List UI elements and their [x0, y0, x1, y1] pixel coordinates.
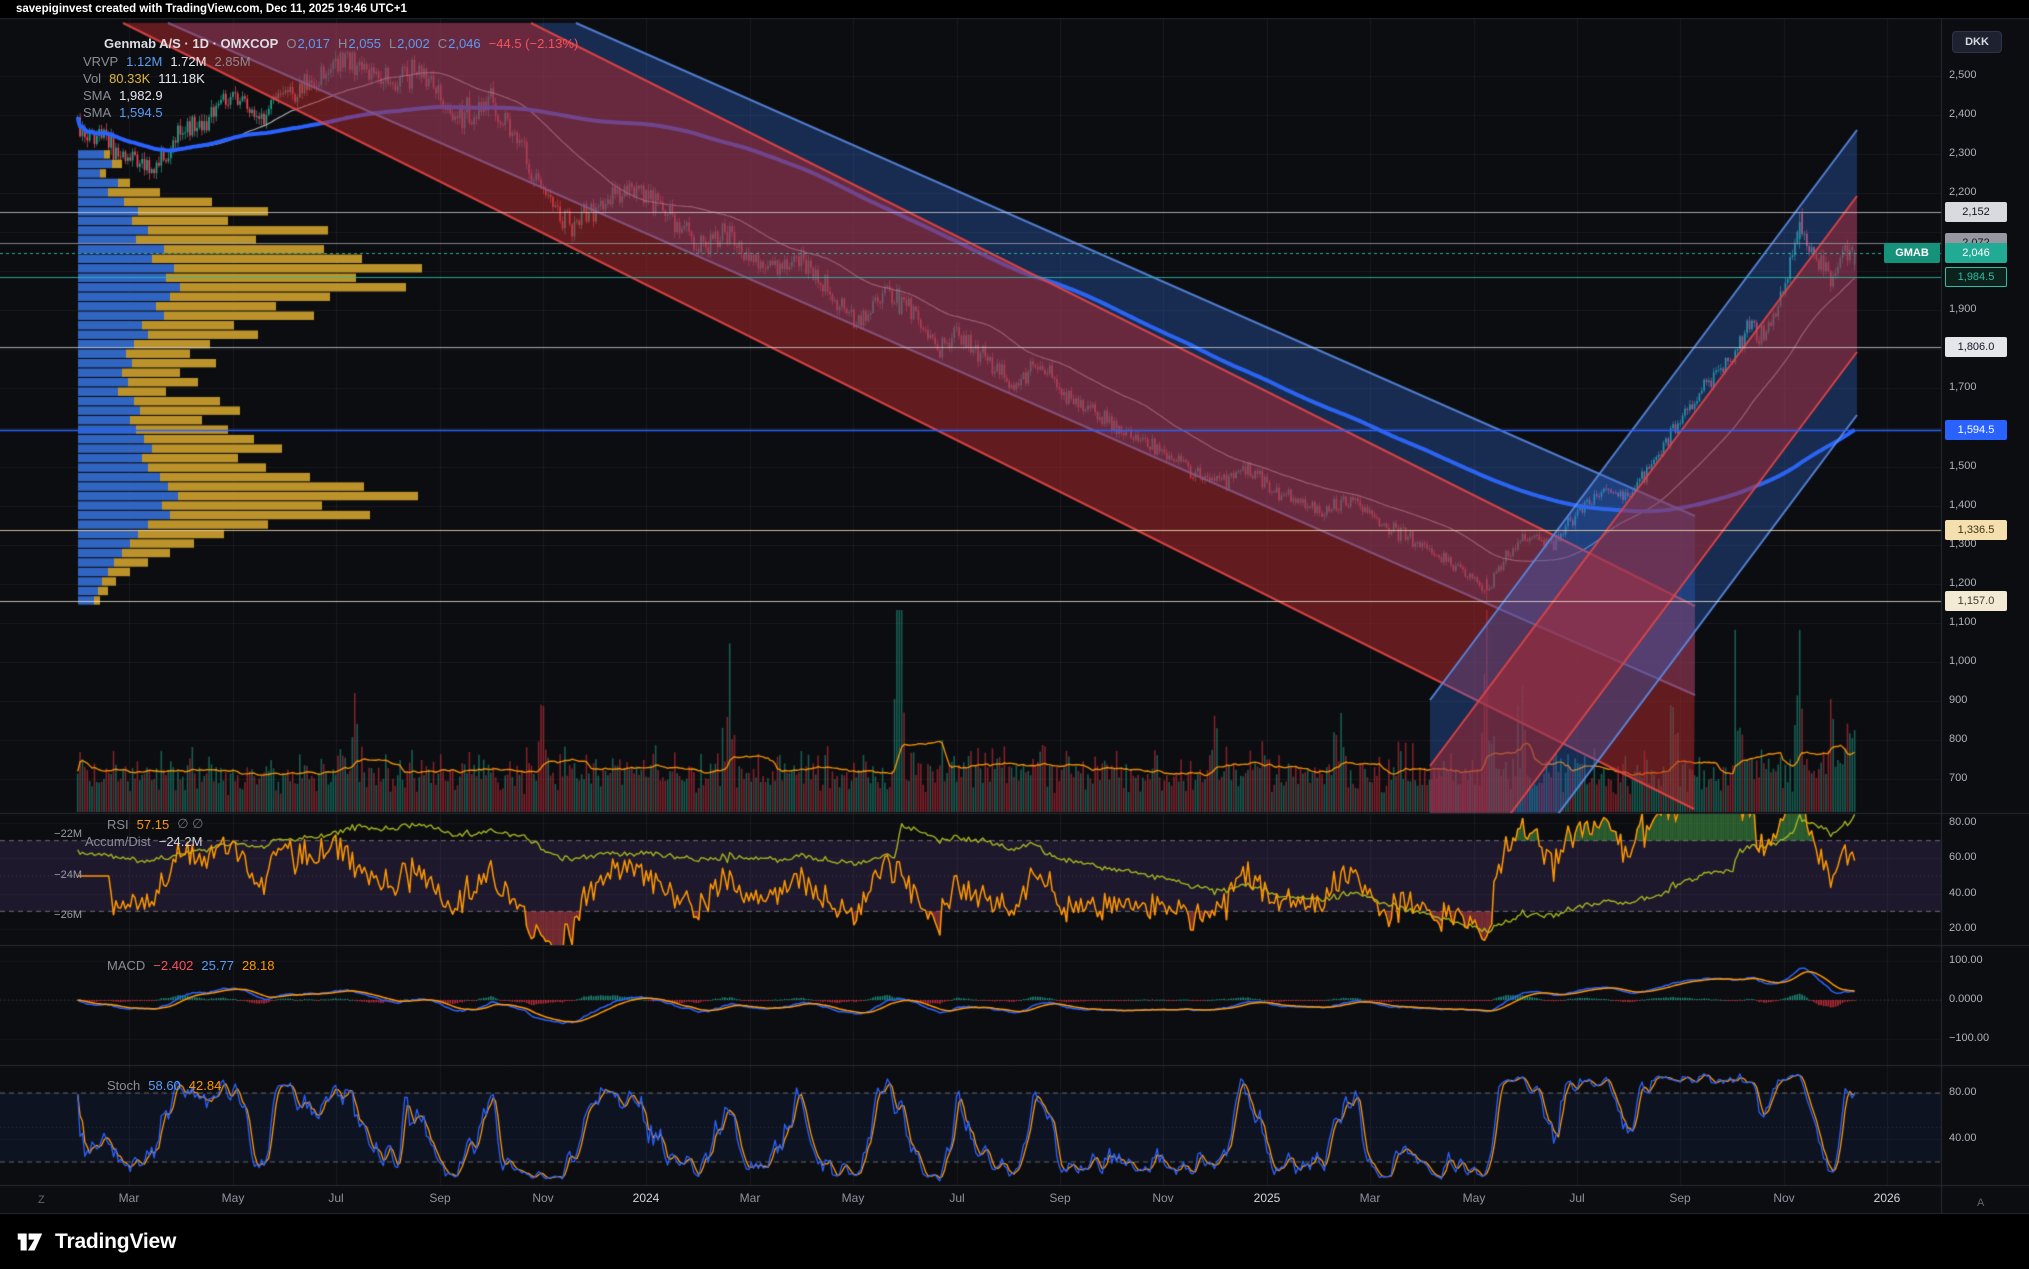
indicator-value: 1.12M [126, 54, 162, 69]
tradingview-logo[interactable]: TradingView [14, 1222, 176, 1262]
accum-dist-label: Accum/Dist [85, 834, 151, 849]
indicator-value: −2.402 [153, 958, 193, 973]
chart-canvas[interactable] [0, 0, 2029, 1269]
rsi-value: 57.15 [137, 817, 170, 832]
symbol-title[interactable]: Genmab A/S · 1D · OMXCOP [104, 36, 278, 51]
ohlc-open: O 2,017 [286, 36, 330, 51]
stoch-legend[interactable]: Stoch 58.60 42.84 [107, 1077, 221, 1093]
ohlc-low: L 2,002 [389, 36, 430, 51]
indicator-label: VRVP [83, 54, 118, 69]
timezone-hint[interactable]: Z [38, 1194, 45, 1206]
indicator-value: 111.18K [158, 71, 205, 86]
indicator-value: 25.77 [201, 958, 234, 973]
rsi-legend[interactable]: RSI 57.15 ∅ ∅ [107, 816, 203, 832]
auto-scale-hint[interactable]: A [1977, 1197, 1984, 1209]
rsi-extra: ∅ ∅ [177, 816, 203, 832]
close-label: C [438, 36, 447, 51]
ohlc-high: H 2,055 [338, 36, 381, 51]
currency-button[interactable]: DKK [1952, 31, 2002, 53]
macd-values: −2.402 25.77 28.18 [153, 958, 274, 973]
indicator-value: 28.18 [242, 958, 275, 973]
high-value: 2,055 [348, 36, 381, 51]
close-value: 2,046 [448, 36, 481, 51]
legend-row-vol-1[interactable]: Vol 80.33K 111.18K [83, 70, 205, 86]
legend-row-sma-3[interactable]: SMA 1,594.5 [83, 104, 163, 120]
high-label: H [338, 36, 347, 51]
indicator-value: 58.60 [148, 1078, 181, 1093]
macd-label: MACD [107, 958, 145, 973]
rsi-label: RSI [107, 817, 129, 832]
accum-dist-value: −24.2M [159, 834, 203, 849]
low-value: 2,002 [397, 36, 430, 51]
tradingview-brand-text: TradingView [55, 1230, 176, 1254]
legend-row-vrvp-0[interactable]: VRVP 1.12M 1.72M 2.85M [83, 53, 251, 69]
watermark-text: savepiginvest created with TradingView.c… [16, 3, 407, 15]
indicator-label: SMA [83, 105, 111, 120]
indicator-value: 2.85M [214, 54, 250, 69]
ohlc-close: C 2,046 [438, 36, 481, 51]
indicator-value: 1.72M [170, 54, 206, 69]
accum-dist-legend[interactable]: Accum/Dist −24.2M [85, 833, 202, 849]
change-value: −44.5 (−2.13%) [489, 36, 579, 51]
macd-legend[interactable]: MACD −2.402 25.77 28.18 [107, 957, 275, 973]
watermark-bar: savepiginvest created with TradingView.c… [0, 0, 2029, 18]
indicator-value: 80.33K [109, 71, 150, 86]
legend-row-sma-2[interactable]: SMA 1,982.9 [83, 87, 163, 103]
indicator-label: Vol [83, 71, 101, 86]
stoch-values: 58.60 42.84 [148, 1078, 221, 1093]
tradingview-app: savepiginvest created with TradingView.c… [0, 0, 2029, 1269]
main-legend[interactable]: Genmab A/S · 1D · OMXCOP O 2,017 H 2,055… [104, 35, 578, 51]
indicator-value: 1,594.5 [119, 105, 162, 120]
stoch-label: Stoch [107, 1078, 140, 1093]
indicator-value: 42.84 [189, 1078, 222, 1093]
indicator-label: SMA [83, 88, 111, 103]
low-label: L [389, 36, 396, 51]
indicator-value: 1,982.9 [119, 88, 162, 103]
tradingview-logo-icon [14, 1226, 46, 1258]
open-label: O [286, 36, 296, 51]
open-value: 2,017 [297, 36, 330, 51]
